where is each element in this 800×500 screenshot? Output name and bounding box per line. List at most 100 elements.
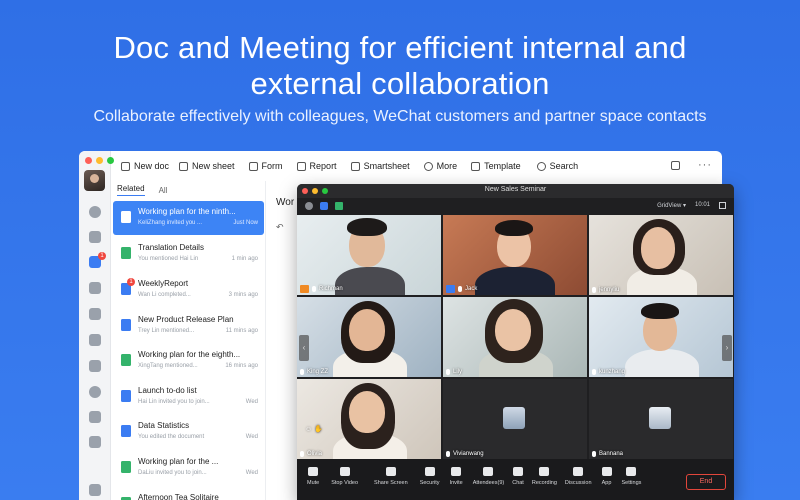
chat-icon <box>513 467 524 476</box>
control-app[interactable]: App <box>601 467 612 486</box>
doc-icon <box>121 319 131 331</box>
tag-icon[interactable] <box>89 436 101 448</box>
more-label: More <box>436 161 458 171</box>
drive-icon[interactable] <box>89 308 101 320</box>
meeting-titlebar: New Sales Seminar <box>297 184 734 198</box>
doc-list-item[interactable]: New Product Release Plan Trey Lin mention… <box>113 309 264 343</box>
video-tile-jack[interactable]: Jack <box>443 215 587 295</box>
doc-list-item[interactable]: Translation Details You mentioned Hai Lin… <box>113 237 264 271</box>
apps-icon[interactable] <box>89 411 101 423</box>
info-icon[interactable] <box>305 202 313 210</box>
doc-activity: Trey Lin mentioned... <box>138 328 195 334</box>
doc-title: WeeklyReport <box>138 279 189 288</box>
meeting-icon[interactable] <box>89 386 101 398</box>
video-tile-bannana[interactable]: Bannana <box>589 379 733 459</box>
control-settings[interactable]: Settings <box>622 467 641 486</box>
doc-list-item[interactable]: 1 WeeklyReport Wan Li completed... 3 mins a… <box>113 273 264 307</box>
doc-meta: Hai Lin invited you to join... Wed <box>138 399 258 405</box>
doc-activity: KeliZhang invited you ... <box>138 220 203 226</box>
meeting-window: New Sales Seminar GridView ▾ 10:01 Richm… <box>297 184 734 500</box>
video-tile-olivia[interactable]: ☺ ✋ Olivia <box>297 379 441 459</box>
form-button[interactable]: Form <box>248 161 283 171</box>
smartsheet-button[interactable]: Smartsheet <box>350 161 410 171</box>
doc-list-item[interactable]: Working plan for the ninth... KeliZhang i… <box>113 201 264 235</box>
control-label: Recording <box>531 480 557 486</box>
participant-name: Vivianwang <box>453 451 484 457</box>
doc-activity: XingTang mentioned... <box>138 363 198 369</box>
unread-badge: 1 <box>127 278 135 286</box>
video-tile-kunzhang[interactable]: kunzhang <box>589 297 733 377</box>
sheet-icon <box>121 354 131 366</box>
minimize-window-button[interactable] <box>96 157 103 164</box>
video-tile-lily[interactable]: Lily <box>443 297 587 377</box>
video-grid: Richman Jack jennyliu King ZZ Lily kunzh… <box>297 215 734 459</box>
calendar-icon[interactable] <box>89 282 101 294</box>
mail-icon[interactable] <box>89 231 101 243</box>
tab-all[interactable]: All <box>159 186 168 195</box>
doc-time: 1 min ago <box>231 256 258 262</box>
grid-view-button[interactable]: GridView ▾ <box>657 202 686 209</box>
mic-icon <box>446 451 450 457</box>
message-icon[interactable] <box>89 206 101 218</box>
control-share-screen[interactable]: Share Screen <box>374 467 408 486</box>
doc-icon <box>121 211 131 223</box>
video-tile-richman[interactable]: Richman <box>297 215 441 295</box>
participant-name: Bannana <box>599 451 624 457</box>
doc-list-panel: Related All Working plan for the ninth..… <box>111 181 266 500</box>
control-stop-video[interactable]: Stop Video <box>331 467 358 486</box>
undo-icon[interactable]: ↶ <box>276 222 284 233</box>
control-security[interactable]: Security <box>420 467 440 486</box>
search-button[interactable]: Search <box>536 161 578 171</box>
mic-icon <box>300 451 304 457</box>
doc-meta: XingTang mentioned... 16 mins ago <box>138 363 258 369</box>
new-doc-button[interactable]: New doc <box>121 161 169 171</box>
doc-list-item[interactable]: Afternoon Tea Solitaire <box>113 487 264 500</box>
new-sheet-button[interactable]: New sheet <box>179 161 235 171</box>
participant-label: King ZZ <box>300 369 328 375</box>
report-button[interactable]: Report <box>296 161 337 171</box>
video-tile-king-zz[interactable]: King ZZ <box>297 297 441 377</box>
video-tile-jennyliu[interactable]: jennyliu <box>589 215 733 295</box>
more-icon <box>423 161 433 171</box>
window-controls <box>85 157 114 164</box>
contacts-icon[interactable] <box>89 360 101 372</box>
smartsheet-label: Smartsheet <box>363 161 410 171</box>
fullscreen-icon[interactable] <box>719 202 726 209</box>
next-page-arrow[interactable]: › <box>722 335 732 361</box>
template-button[interactable]: Template <box>471 161 521 171</box>
doc-list-item[interactable]: Data Statistics You edited the document We… <box>113 415 264 449</box>
workspace-icon[interactable] <box>89 334 101 346</box>
shield-icon[interactable] <box>320 202 328 210</box>
doc-time: 11 mins ago <box>225 328 258 334</box>
mic-icon <box>308 467 319 476</box>
control-label: Mute <box>307 480 320 486</box>
settings-icon <box>626 467 637 476</box>
control-mute[interactable]: Mute <box>307 467 319 486</box>
control-chat[interactable]: Chat <box>512 467 524 486</box>
video-tile-vivianwang[interactable]: Vivianwang <box>443 379 587 459</box>
control-invite[interactable]: Invite <box>450 467 463 486</box>
doc-list-item[interactable]: Launch to-do list Hai Lin invited you to … <box>113 380 264 414</box>
more-button[interactable]: More <box>423 161 458 171</box>
participant-avatar <box>503 407 525 429</box>
control-discussion[interactable]: Discussion <box>565 467 592 486</box>
user-avatar[interactable] <box>84 170 105 191</box>
doc-list-item[interactable]: Working plan for the eighth... XingTang m… <box>113 344 264 378</box>
new-sheet-label: New sheet <box>192 161 235 171</box>
reaction-icons[interactable]: ☺ ✋ <box>305 425 323 433</box>
end-meeting-button[interactable]: End <box>686 474 726 490</box>
prev-page-arrow[interactable]: ‹ <box>299 335 309 361</box>
close-window-button[interactable] <box>85 157 92 164</box>
participant-label: Richman <box>300 285 343 293</box>
participant-avatar <box>649 407 671 429</box>
layout-icon[interactable] <box>671 160 680 170</box>
doc-list-item[interactable]: Working plan for the ... DaLiu invited yo… <box>113 451 264 485</box>
control-attendees-9[interactable]: Attendees(9) <box>473 467 504 486</box>
doc-title: New Product Release Plan <box>138 315 234 324</box>
home-icon[interactable] <box>89 484 101 496</box>
more-options-icon[interactable]: ··· <box>698 160 712 171</box>
control-recording[interactable]: Recording <box>532 467 557 486</box>
new-doc-icon <box>121 161 130 171</box>
app-icon <box>601 467 612 476</box>
tab-related[interactable]: Related <box>117 184 145 196</box>
